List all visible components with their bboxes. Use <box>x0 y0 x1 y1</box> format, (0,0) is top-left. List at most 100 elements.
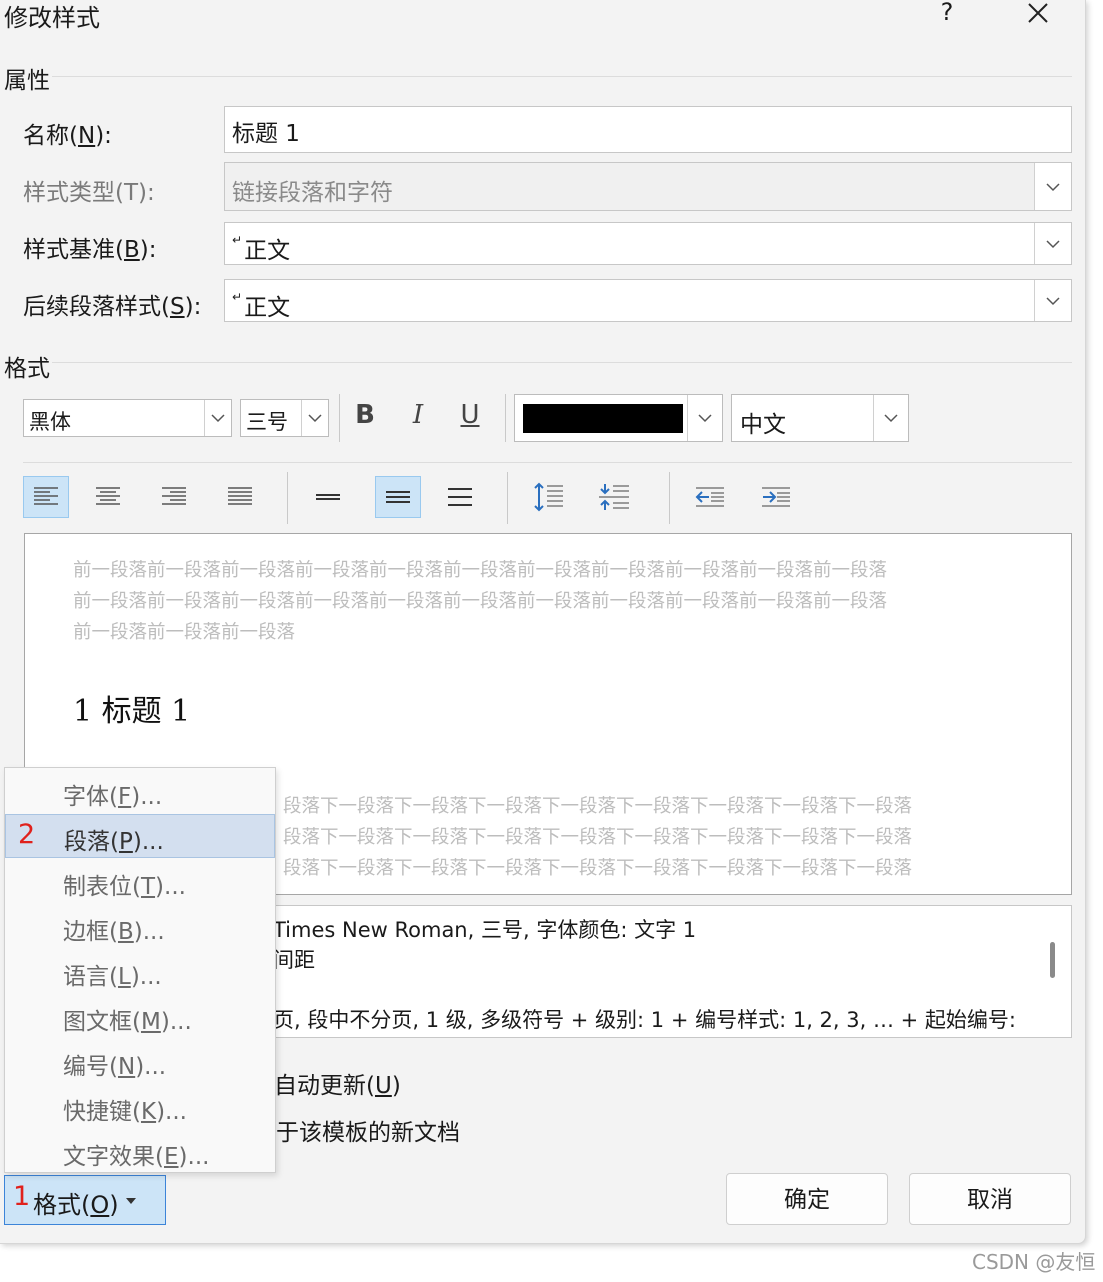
cancel-button[interactable]: 取消 <box>909 1173 1071 1225</box>
paragraph-mark-icon: ↵ <box>232 290 243 304</box>
underline-button[interactable]: U <box>455 400 485 430</box>
style-type-dropdown <box>1034 163 1071 210</box>
justify-button[interactable] <box>217 476 263 518</box>
font-name-value: 黑体 <box>29 410 71 434</box>
single-spacing-button[interactable] <box>305 476 351 518</box>
preview-next-paragraph: 段落下一段落下一段落下一段落下一段落下一段落下一段落下一段落下一段落 <box>283 858 913 879</box>
next-style-value: ↵正文 <box>232 290 291 321</box>
based-on-dropdown[interactable] <box>1034 223 1071 264</box>
menu-item-language[interactable]: 语言(L)... <box>5 949 275 993</box>
align-left-button[interactable] <box>23 476 69 518</box>
description-scrollbar[interactable] <box>1050 942 1055 978</box>
menu-item-tabs[interactable]: 制表位(T)... <box>5 859 275 903</box>
description-line: Times New Roman, 三号, 字体颜色: 文字 1 <box>273 918 697 942</box>
auto-update-option[interactable]: 自动更新(U) <box>274 1066 401 1100</box>
chevron-down-icon <box>1046 182 1060 191</box>
style-type-select: 链接段落和字符 <box>224 162 1072 211</box>
format-menu: 字体(F)... 2 段落(P)... 制表位(T)... 边框(B)... 语… <box>4 767 276 1173</box>
next-style-select[interactable]: ↵正文 <box>224 279 1072 322</box>
name-input-value: 标题 1 <box>232 121 300 147</box>
font-name-dropdown[interactable] <box>204 400 231 436</box>
based-on-select[interactable]: ↵正文 <box>224 222 1072 265</box>
description-line: 页, 段中不分页, 1 级, 多级符号 + 级别: 1 + 编号样式: 1, 2… <box>273 1008 1016 1032</box>
chevron-down-icon <box>884 414 898 423</box>
menu-item-font[interactable]: 字体(F)... <box>5 769 275 813</box>
annotation-step-1: 1 <box>13 1181 31 1212</box>
watermark: CSDN @友恒 <box>972 1250 1096 1274</box>
preview-previous-paragraph: 前一段落前一段落前一段落前一段落前一段落前一段落前一段落前一段落前一段落前一段落… <box>73 591 888 612</box>
annotation-step-2: 2 <box>18 819 36 850</box>
modify-style-dialog: 修改样式 ? 属性 名称(N): 标题 1 样式类型(T): 链接段落和字符 样… <box>0 0 1086 1244</box>
single-spacing-icon <box>316 494 340 500</box>
double-spacing-icon <box>448 488 472 506</box>
decrease-paragraph-spacing-button[interactable] <box>591 476 637 518</box>
menu-item-paragraph[interactable]: 2 段落(P)... <box>5 814 275 858</box>
font-size-dropdown[interactable] <box>301 400 328 436</box>
script-select[interactable]: 中文 <box>731 394 909 442</box>
menu-item-label: 快捷键(K)... <box>63 1099 187 1125</box>
menu-item-border[interactable]: 边框(B)... <box>5 904 275 948</box>
menu-item-label: 边框(B)... <box>63 919 165 945</box>
paragraph-mark-icon: ↵ <box>232 233 243 247</box>
title-bar: 修改样式 ? <box>0 0 1085 36</box>
menu-item-text-effects[interactable]: 文字效果(E)... <box>5 1129 275 1173</box>
caret-down-icon <box>126 1198 136 1204</box>
align-center-button[interactable] <box>85 476 131 518</box>
close-button[interactable] <box>1022 0 1054 30</box>
font-color-swatch <box>523 404 683 433</box>
bold-button[interactable]: B <box>350 400 380 430</box>
one-half-spacing-button[interactable] <box>375 476 421 518</box>
align-center-icon <box>96 487 120 505</box>
based-on-value: ↵正文 <box>232 233 291 264</box>
font-color-dropdown[interactable] <box>687 395 722 441</box>
double-spacing-button[interactable] <box>437 476 483 518</box>
decrease-indent-icon <box>695 487 724 507</box>
chevron-down-icon <box>1046 296 1060 305</box>
justify-icon <box>228 487 252 505</box>
next-style-dropdown[interactable] <box>1034 280 1071 321</box>
menu-item-shortcut-key[interactable]: 快捷键(K)... <box>5 1084 275 1128</box>
italic-button[interactable]: I <box>403 400 433 430</box>
script-dropdown[interactable] <box>873 395 908 441</box>
preview-previous-paragraph: 前一段落前一段落前一段落前一段落前一段落前一段落前一段落前一段落前一段落前一段落… <box>73 560 888 581</box>
format-divider <box>52 362 1072 363</box>
chevron-down-icon <box>698 414 712 423</box>
chevron-down-icon <box>308 414 322 423</box>
font-name-select[interactable]: 黑体 <box>23 399 232 437</box>
new-documents-template-option[interactable]: 于该模板的新文档 <box>276 1113 460 1147</box>
menu-item-label: 编号(N)... <box>63 1054 167 1080</box>
toolbar-separator <box>507 472 508 524</box>
preview-previous-paragraph: 前一段落前一段落前一段落 <box>73 622 296 643</box>
dialog-title: 修改样式 <box>4 4 100 32</box>
menu-item-label: 图文框(M)... <box>63 1009 192 1035</box>
toolbar-separator <box>669 472 670 524</box>
menu-item-frame[interactable]: 图文框(M)... <box>5 994 275 1038</box>
next-style-label: 后续段落样式(S): <box>23 294 202 320</box>
preview-next-paragraph: 段落下一段落下一段落下一段落下一段落下一段落下一段落下一段落下一段落 <box>283 827 913 848</box>
preview-next-paragraph: 段落下一段落下一段落下一段落下一段落下一段落下一段落下一段落下一段落 <box>283 796 913 817</box>
font-size-select[interactable]: 三号 <box>240 399 329 437</box>
toolbar-separator <box>287 472 288 524</box>
properties-divider <box>52 76 1072 77</box>
menu-item-label: 文字效果(E)... <box>63 1144 210 1170</box>
decrease-indent-button[interactable] <box>687 476 733 518</box>
format-button-label: 格式(O) <box>33 1191 119 1219</box>
chevron-down-icon <box>1046 239 1060 248</box>
name-input[interactable]: 标题 1 <box>224 106 1072 153</box>
format-toolbar-divider <box>23 462 1072 463</box>
align-right-button[interactable] <box>151 476 197 518</box>
increase-paragraph-spacing-button[interactable] <box>525 476 571 518</box>
font-color-select[interactable] <box>514 394 723 442</box>
preview-heading-sample: 1 标题 1 <box>73 694 191 729</box>
menu-item-label: 字体(F)... <box>63 784 163 810</box>
increase-indent-button[interactable] <box>753 476 799 518</box>
menu-item-numbering[interactable]: 编号(N)... <box>5 1039 275 1083</box>
align-left-icon <box>34 487 58 505</box>
toolbar-separator <box>339 394 340 442</box>
style-type-value: 链接段落和字符 <box>232 180 393 206</box>
style-type-label: 样式类型(T): <box>23 180 155 206</box>
format-menu-button[interactable]: 1 格式(O) <box>4 1175 166 1225</box>
menu-item-label: 语言(L)... <box>63 964 162 990</box>
help-button[interactable]: ? <box>932 0 962 26</box>
ok-button[interactable]: 确定 <box>726 1173 888 1225</box>
